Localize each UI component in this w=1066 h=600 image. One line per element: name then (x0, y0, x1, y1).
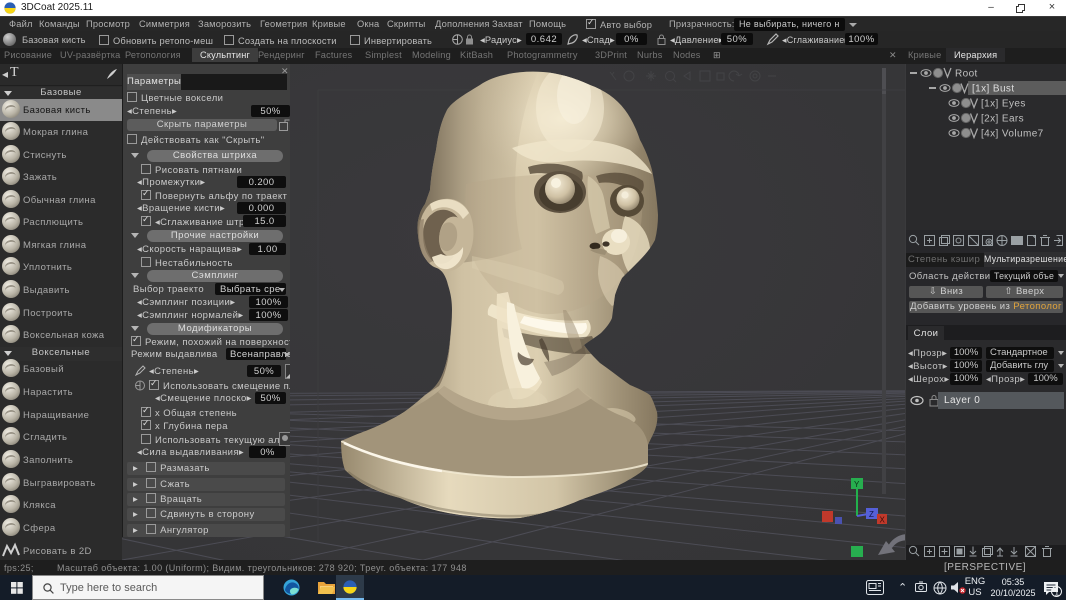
svg-text:[4x] Volume7: [4x] Volume7 (981, 129, 1044, 140)
svg-text:Z: Z (869, 510, 874, 519)
svg-text:[1x] Eyes: [1x] Eyes (981, 99, 1026, 110)
svg-text:X: X (880, 516, 886, 525)
svg-text:[2x] Ears: [2x] Ears (981, 114, 1024, 125)
svg-text:Y: Y (854, 480, 860, 489)
svg-text:[1x] Bust: [1x] Bust (972, 84, 1015, 95)
svg-text:1: 1 (1054, 587, 1059, 597)
svg-text:Root: Root (955, 69, 978, 80)
